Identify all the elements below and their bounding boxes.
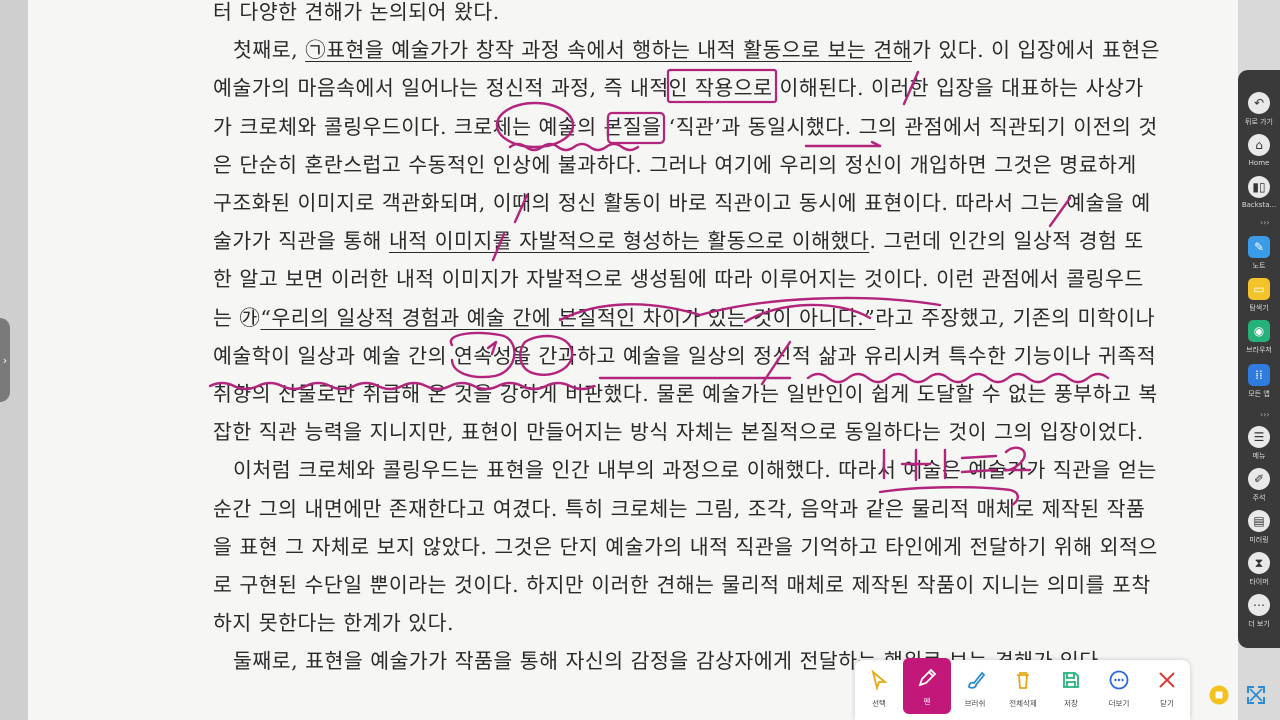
sidebar-item-timer[interactable]: ⧗ 타이머	[1238, 552, 1280, 587]
record-stop-icon[interactable]	[1207, 683, 1231, 707]
toolbar-select-button[interactable]: 선택	[855, 660, 903, 712]
toolbar-label: 닫기	[1160, 699, 1174, 708]
toolbar-label: 브러쉬	[964, 699, 986, 708]
sidebar-separator: ›››	[1260, 410, 1270, 419]
apps-icon: ⁞⁞	[1248, 364, 1270, 386]
close-icon	[1159, 672, 1175, 688]
select-icon	[871, 669, 888, 692]
pen-toolbar: 선택 펜 브러쉬 전체삭제 저장 더보기 닫기	[855, 658, 1191, 720]
text-run: 터 다양한 견해가 논의되어 왔다.	[213, 0, 500, 24]
save-icon	[1063, 672, 1079, 688]
toolbar-save-button[interactable]: 저장	[1047, 660, 1095, 712]
memo-icon: ▭	[1248, 278, 1270, 300]
left-panel-handle[interactable]: ›	[0, 318, 10, 402]
sidebar-label: 타이머	[1249, 578, 1269, 586]
sidebar-item-browser[interactable]: ◉ 브라우저	[1238, 320, 1280, 355]
toolbar-label: 전체삭제	[1009, 699, 1037, 708]
sidebar-label: 미러링	[1249, 536, 1269, 544]
sidebar-label: 주석	[1252, 494, 1266, 502]
sidebar-item-menu[interactable]: ☰ 메뉴	[1238, 426, 1280, 461]
more-icon	[1109, 670, 1129, 690]
annotate-icon: ✐	[1248, 468, 1270, 490]
paragraph-p1: 첫째로, ㉠표현을 예술가가 창작 과정 속에서 행하는 내적 활동으로 보는 …	[213, 31, 1163, 451]
sidebar-label: 더 보기	[1248, 620, 1270, 628]
more-icon: ⋯	[1248, 594, 1270, 616]
sidebar-label: 브라우저	[1246, 346, 1272, 354]
text-run: 첫째로,	[233, 38, 306, 63]
browser-icon: ◉	[1248, 320, 1270, 342]
sidebar-separator: ›››	[1260, 218, 1270, 227]
toolbar-pen-button[interactable]: 펜	[903, 658, 951, 714]
text-run: 가 있다. 이 입장에서 표현은 예술가의 마음속에서 일어나는 정신적 과정,…	[213, 38, 1161, 254]
sidebar-label: 모든 앱	[1248, 390, 1270, 398]
toolbar-label: 저장	[1064, 699, 1078, 708]
sidebar-item-more[interactable]: ⋯ 더 보기	[1238, 594, 1280, 629]
toolbar-label: 펜	[923, 697, 931, 706]
brush-icon	[968, 671, 986, 689]
back-icon: ↶	[1248, 92, 1270, 114]
paragraph-p0: 터 다양한 견해가 논의되어 왔다.	[213, 0, 1163, 31]
toolbar-label: 더보기	[1108, 699, 1130, 708]
sidebar-label: 탐색기	[1249, 304, 1269, 312]
delete-all-icon	[1017, 672, 1029, 689]
underlined-phrase: “우리의 일상적 경험과 예술 간에 본질적인 차이가 있는 것이 아니다.”	[260, 305, 876, 330]
toolbar-more-button[interactable]: 더보기	[1095, 660, 1143, 712]
fullscreen-icon[interactable]	[1244, 683, 1268, 707]
toolbar-label: 선택	[872, 699, 886, 708]
sidebar-item-home[interactable]: ⌂ Home	[1238, 134, 1280, 167]
mirror-icon: ▤	[1248, 510, 1270, 532]
sidebar-item-back[interactable]: ↶ 뒤로 가기	[1238, 92, 1280, 127]
toolbar-close-button[interactable]: 닫기	[1143, 660, 1191, 712]
sidebar-label: Backsta...	[1241, 201, 1277, 209]
sidebar-item-note[interactable]: ✎ 노트	[1238, 236, 1280, 271]
sidebar-label: 뒤로 가기	[1245, 118, 1273, 126]
timer-icon: ⧗	[1248, 552, 1270, 574]
document-text: 터 다양한 견해가 논의되어 왔다. 첫째로, ㉠표현을 예술가가 창작 과정 속…	[213, 0, 1163, 681]
sidebar-label: 노트	[1252, 262, 1266, 270]
side-launcher: ↶ 뒤로 가기 ⌂ Home ▮▯ Backsta... ✎ 노트 ▭ 탐색기 ◉ 브라우저 ⁞⁞ 모든 …	[1238, 70, 1280, 648]
sidebar-label: Home	[1248, 159, 1270, 167]
paragraph-p2: 이처럼 크로체와 콜링우드는 표현을 인간 내부의 과정으로 이해했다. 따라서…	[213, 451, 1163, 642]
menu-icon: ☰	[1248, 426, 1270, 448]
toolbar-brush-button[interactable]: 브러쉬	[951, 660, 999, 712]
sidebar-label: 메뉴	[1252, 452, 1266, 460]
home-icon: ⌂	[1248, 134, 1270, 156]
sidebar-item-backstage[interactable]: ▮▯ Backsta...	[1238, 176, 1280, 209]
sidebar-item-mirror[interactable]: ▤ 미러링	[1238, 510, 1280, 545]
note-icon: ✎	[1248, 236, 1270, 258]
sidebar-item-memo[interactable]: ▭ 탐색기	[1238, 278, 1280, 313]
sidebar-item-annotate[interactable]: ✐ 주석	[1238, 468, 1280, 503]
text-run: 이처럼 크로체와 콜링우드는 표현을 인간 내부의 과정으로 이해했다. 따라서…	[213, 458, 1158, 636]
backstage-icon: ▮▯	[1248, 176, 1270, 198]
sidebar-item-apps[interactable]: ⁞⁞ 모든 앱	[1238, 364, 1280, 399]
underlined-phrase: ㉠표현을 예술가가 창작 과정 속에서 행하는 내적 활동으로 보는 견해	[305, 38, 912, 63]
underlined-phrase: 내적 이미지를 자발적으로 형성하는 활동으로 이해했다	[388, 229, 870, 254]
pen-icon	[918, 668, 937, 687]
toolbar-delete-all-button[interactable]: 전체삭제	[999, 660, 1047, 712]
